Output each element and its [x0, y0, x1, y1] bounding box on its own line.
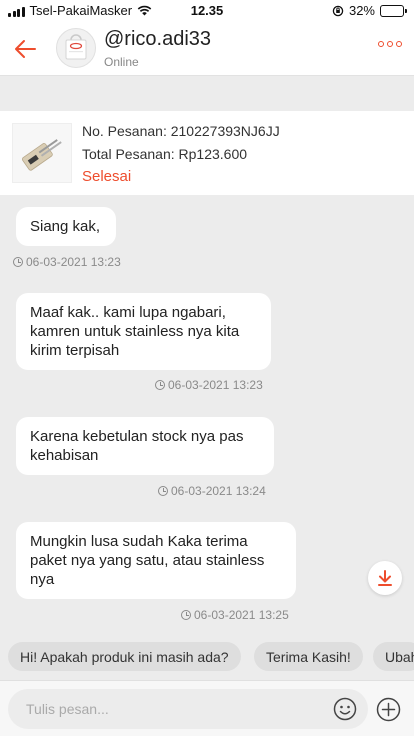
- quick-reply-chip[interactable]: Terima Kasih!: [254, 642, 363, 671]
- plus-circle-icon[interactable]: [376, 697, 401, 722]
- message-timestamp: 06-03-2021 13:23: [26, 255, 121, 269]
- shopping-bag-avatar-icon: [65, 34, 87, 60]
- message-input-bar: [0, 680, 414, 736]
- arrow-left-icon: [15, 40, 36, 58]
- clock-icon: [13, 257, 23, 267]
- quick-reply-chip[interactable]: Ubah: [373, 642, 414, 671]
- message-text: Mungkin lusa sudah Kaka terima paket nya…: [30, 533, 265, 588]
- clock-icon: [181, 610, 191, 620]
- quick-replies: Hi! Apakah produk ini masih ada? Terima …: [0, 640, 414, 674]
- online-status: Online: [104, 55, 139, 69]
- message-bubble[interactable]: Siang kak,: [16, 207, 116, 246]
- message-meta: 06-03-2021 13:24: [158, 484, 266, 498]
- more-dots-icon: [378, 41, 384, 47]
- message-text: Siang kak,: [30, 218, 101, 235]
- more-dot: [396, 41, 402, 47]
- battery-icon: [380, 4, 407, 17]
- orientation-lock-icon: [332, 5, 344, 16]
- more-options-button[interactable]: [378, 41, 402, 47]
- product-thumbnail: [12, 123, 72, 183]
- message-bubble[interactable]: Karena kebetulan stock nya pas kehabisan: [16, 417, 274, 475]
- message-text: Karena kebetulan stock nya pas kehabisan: [30, 428, 244, 464]
- scroll-to-bottom-button[interactable]: [368, 561, 402, 595]
- arrow-down-icon: [378, 570, 392, 586]
- order-card[interactable]: No. Pesanan: 210227393NJ6JJ Total Pesana…: [0, 111, 414, 195]
- message-timestamp: 06-03-2021 13:23: [168, 378, 263, 392]
- shop-avatar[interactable]: [56, 28, 96, 68]
- message-meta: 06-03-2021 13:23: [155, 378, 263, 392]
- message-bubble[interactable]: Mungkin lusa sudah Kaka terima paket nya…: [16, 522, 296, 599]
- status-right: 32%: [332, 3, 407, 18]
- emoji-icon[interactable]: [333, 697, 357, 721]
- more-dot: [387, 41, 393, 47]
- message-text: Maaf kak.. kami lupa ngabari, kamren unt…: [30, 304, 240, 359]
- message-input[interactable]: [8, 689, 368, 729]
- quick-reply-chip[interactable]: Hi! Apakah produk ini masih ada?: [8, 642, 241, 671]
- back-button[interactable]: [10, 34, 40, 64]
- message-meta: 06-03-2021 13:25: [181, 608, 289, 622]
- message-timestamp: 06-03-2021 13:25: [194, 608, 289, 622]
- clock-icon: [158, 486, 168, 496]
- order-total: Total Pesanan: Rp123.600: [82, 146, 248, 162]
- message-meta: 06-03-2021 13:23: [13, 255, 121, 269]
- clock-icon: [155, 380, 165, 390]
- order-number: No. Pesanan: 210227393NJ6JJ: [82, 123, 280, 139]
- message-bubble[interactable]: Maaf kak.. kami lupa ngabari, kamren unt…: [16, 293, 271, 370]
- shop-name[interactable]: @rico.adi33: [104, 28, 211, 51]
- battery-percent: 32%: [348, 3, 375, 18]
- product-image-icon: [21, 139, 62, 171]
- order-status: Selesai: [82, 168, 132, 185]
- message-timestamp: 06-03-2021 13:24: [171, 484, 266, 498]
- chat-header: @rico.adi33 Online: [0, 22, 414, 76]
- status-bar: Tsel-PakaiMasker 12.35 32%: [0, 0, 414, 22]
